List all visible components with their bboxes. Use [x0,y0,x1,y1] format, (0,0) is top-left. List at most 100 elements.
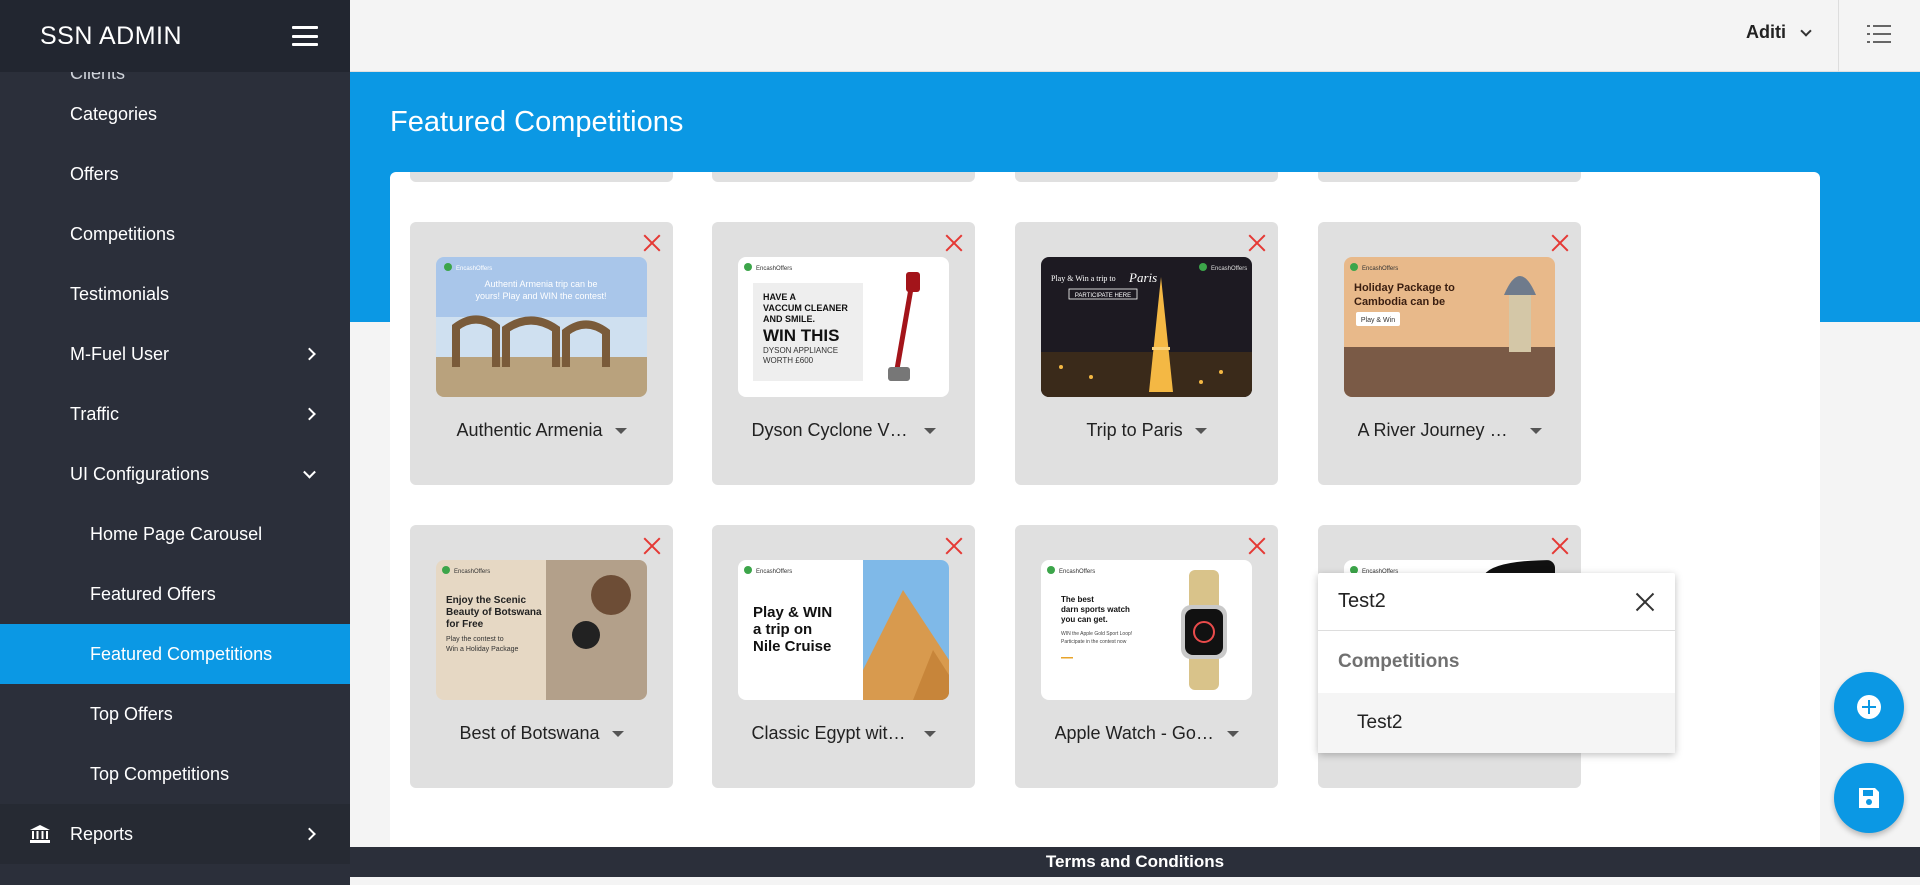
card-select[interactable]: Apple Watch - Gol… [1015,723,1278,744]
remove-icon[interactable] [1549,232,1571,254]
card-label: A River Journey o… [1357,420,1518,440]
remove-icon[interactable] [641,232,663,254]
save-button[interactable] [1834,763,1904,833]
close-icon[interactable] [1635,592,1655,612]
sidebar-item-ui-configurations[interactable]: UI Configurations [0,444,350,504]
chevron-right-icon [303,347,316,361]
card-select[interactable]: Best of Botswana [410,723,673,744]
sidebar-item-reports[interactable]: Reports [0,804,350,864]
image-text: you can get. [1061,615,1108,624]
card-label: Trip to Paris [1086,420,1183,440]
competition-card[interactable]: EncashOffers Enjoy the Scenic Beauty of … [410,525,673,788]
image-text: Play the contest to [446,636,504,643]
image-text: DYSON APPLIANCE [763,346,838,355]
add-button[interactable] [1834,672,1904,742]
card-image: EncashOffers Play & Win a trip to Paris … [1041,257,1252,397]
dropdown-arrow-icon [923,427,936,434]
remove-icon[interactable] [943,232,965,254]
card-stub [1015,172,1278,182]
card-label: Authentic Armenia [456,420,603,440]
remove-icon[interactable] [1246,232,1268,254]
user-menu[interactable]: Aditi [1746,22,1812,43]
card-label: Best of Botswana [459,723,600,743]
sidebar-item-mfuel-user[interactable]: M-Fuel User [0,324,350,384]
dropdown-arrow-icon [1194,427,1207,434]
image-text: darn sports watch [1061,605,1130,614]
card-image: EncashOffers HAVE A VACCUM CLEANER AND S… [738,257,949,397]
brand-tag: EncashOffers [456,266,492,272]
card-stub [410,172,673,182]
image-text: for Free [446,619,484,630]
image-text: The best [1061,595,1094,604]
image-text: Play & Win a trip to [1051,274,1116,283]
competition-card[interactable]: EncashOffers Holiday Package to Cambodia… [1318,222,1581,485]
remove-icon[interactable] [1246,535,1268,557]
sidebar-item-top-competitions[interactable]: Top Competitions [0,744,350,804]
competition-card[interactable]: EncashOffers Play & Win a trip to Paris … [1015,222,1278,485]
card-label: Apple Watch - Gol… [1054,723,1215,743]
dropdown-arrow-icon [1226,730,1239,737]
brand-tag: EncashOffers [1059,569,1095,575]
sidebar-item-offers[interactable]: Offers [0,144,350,204]
card-image: EncashOffers Enjoy the Scenic Beauty of … [436,560,647,700]
chevron-down-icon [303,465,316,479]
sidebar-item-label: Categories [70,103,158,124]
card-select[interactable]: Classic Egypt with… [712,723,975,744]
page-title: Featured Competitions [390,106,684,138]
sidebar-item-testimonials[interactable]: Testimonials [0,264,350,324]
sidebar-item-label: Competitions [70,223,176,244]
competition-card[interactable]: EncashOffers Authenti Armenia trip can b… [410,222,673,485]
image-text: WORTH £600 [763,356,814,365]
competition-card[interactable]: EncashOffers Play & WIN a trip on Nile C… [712,525,975,788]
brand-tag: EncashOffers [756,266,792,272]
image-text: Paris [1128,270,1157,285]
footer-terms-link[interactable]: Terms and Conditions [350,847,1920,877]
image-text: Nile Cruise [753,638,831,655]
remove-icon[interactable] [641,535,663,557]
list-icon[interactable] [1867,24,1891,44]
card-select[interactable]: Trip to Paris [1015,420,1278,441]
sidebar-item-label: Featured Offers [90,583,216,604]
sidebar-item-featured-competitions[interactable]: Featured Competitions [0,624,350,684]
sidebar-item-home-page-carousel[interactable]: Home Page Carousel [0,504,350,564]
card-select[interactable]: Authentic Armenia [410,420,673,441]
sidebar-item-traffic[interactable]: Traffic [0,384,350,444]
image-text: WIN THIS [763,326,840,345]
image-text: HAVE A [763,292,797,302]
user-name: Aditi [1746,22,1786,42]
competition-card[interactable]: EncashOffers HAVE A VACCUM CLEANER AND S… [712,222,975,485]
card-select[interactable]: Dyson Cyclone V1… [712,420,975,441]
sidebar-item-categories[interactable]: Categories [0,84,350,144]
card-image: EncashOffers Authenti Armenia trip can b… [436,257,647,397]
chevron-right-icon [303,407,316,421]
sidebar-item-top-offers[interactable]: Top Offers [0,684,350,744]
card-image: EncashOffers Holiday Package to Cambodia… [1344,257,1555,397]
image-text: Participate in the contest now [1061,639,1127,645]
sidebar-item-featured-offers[interactable]: Featured Offers [0,564,350,624]
image-text: Enjoy the Scenic [446,595,526,606]
sidebar-item-label: Traffic [70,403,120,424]
card-label: Classic Egypt with… [751,723,912,743]
competition-card[interactable]: EncashOffers The best darn sports watch … [1015,525,1278,788]
search-option[interactable]: Test2 [1318,693,1675,753]
image-text: Play & WIN [753,604,832,621]
dropdown-arrow-icon [1529,427,1542,434]
remove-icon[interactable] [1549,535,1571,557]
sidebar-item-competitions[interactable]: Competitions [0,204,350,264]
sidebar-item-label: Top Competitions [90,763,230,784]
chevron-right-icon [303,827,316,841]
sidebar: SSN ADMIN Clients Categories Offers Comp… [0,0,350,885]
save-icon [1859,788,1879,808]
image-text: PARTICIPATE HERE [1075,293,1131,299]
brand-title: SSN ADMIN [40,21,183,50]
sidebar-header: SSN ADMIN [0,0,350,72]
image-text: VACCUM CLEANER [763,303,848,313]
image-text: WIN the Apple Gold Sport Loop! [1061,631,1132,637]
remove-icon[interactable] [943,535,965,557]
brand-tag: EncashOffers [454,569,490,575]
sidebar-item-label: Testimonials [70,283,170,304]
card-select[interactable]: A River Journey o… [1318,420,1581,441]
chevron-down-icon [1800,24,1812,37]
search-input[interactable] [1338,590,1598,613]
hamburger-menu-icon[interactable] [292,26,318,46]
